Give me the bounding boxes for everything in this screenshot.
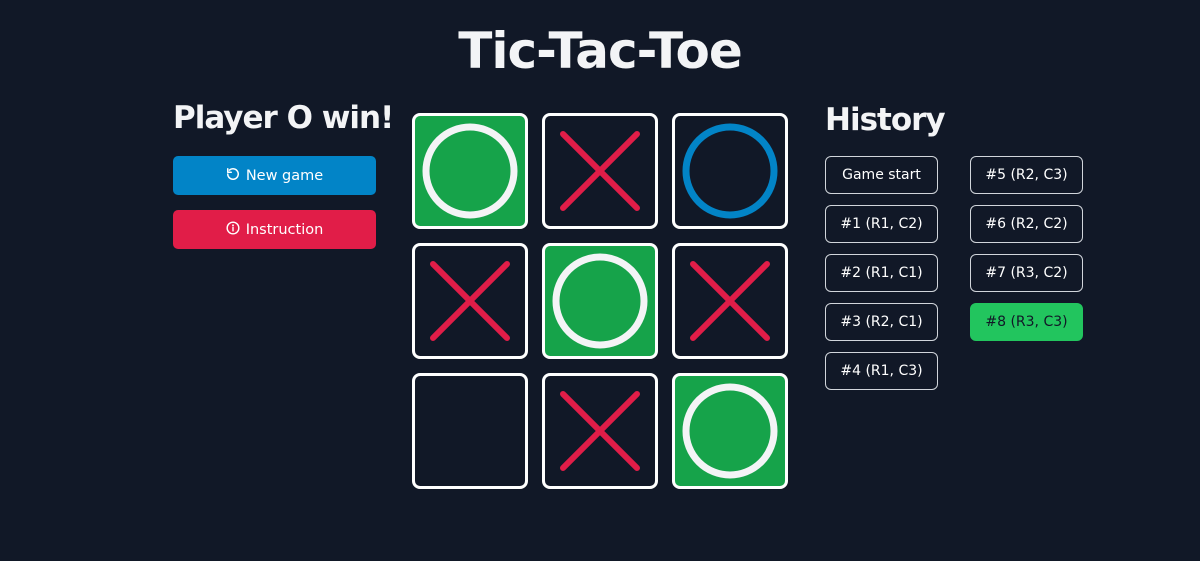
cell-r3-c2[interactable] (542, 373, 658, 489)
x-mark-icon (560, 391, 640, 471)
o-mark-icon (682, 383, 778, 479)
cell-r1-c1[interactable] (412, 113, 528, 229)
x-mark-icon (690, 261, 770, 341)
o-mark-icon (422, 123, 518, 219)
cell-r1-c2[interactable] (542, 113, 658, 229)
history-item[interactable]: #6 (R2, C2) (970, 205, 1083, 243)
history-item[interactable]: #4 (R1, C3) (825, 352, 938, 390)
info-circle-icon (226, 220, 240, 239)
o-mark-icon (682, 123, 778, 219)
page-title: Tic-Tac-Toe (458, 22, 742, 80)
new-game-label: New game (245, 167, 324, 184)
cell-r3-c1[interactable] (412, 373, 528, 489)
history-title: History (825, 102, 946, 138)
cell-r1-c3[interactable] (672, 113, 788, 229)
history-item[interactable]: #1 (R1, C2) (825, 205, 938, 243)
history-item[interactable]: #3 (R2, C1) (825, 303, 938, 341)
history-item[interactable]: Game start (825, 156, 938, 194)
cell-r2-c1[interactable] (412, 243, 528, 359)
cell-r2-c3[interactable] (672, 243, 788, 359)
cell-r3-c3[interactable] (672, 373, 788, 489)
history-item[interactable]: #8 (R3, C3) (970, 303, 1083, 341)
new-game-button[interactable]: New game (173, 156, 376, 195)
game-status: Player O win! (173, 100, 394, 136)
instruction-button[interactable]: Instruction (173, 210, 376, 249)
cell-r2-c2[interactable] (542, 243, 658, 359)
o-mark-icon (552, 253, 648, 349)
rotate-ccw-icon (226, 167, 240, 185)
history-item[interactable]: #7 (R3, C2) (970, 254, 1083, 292)
instruction-label: Instruction (245, 221, 324, 238)
x-mark-icon (560, 131, 640, 211)
history-item[interactable]: #2 (R1, C1) (825, 254, 938, 292)
x-mark-icon (430, 261, 510, 341)
history-item[interactable]: #5 (R2, C3) (970, 156, 1083, 194)
